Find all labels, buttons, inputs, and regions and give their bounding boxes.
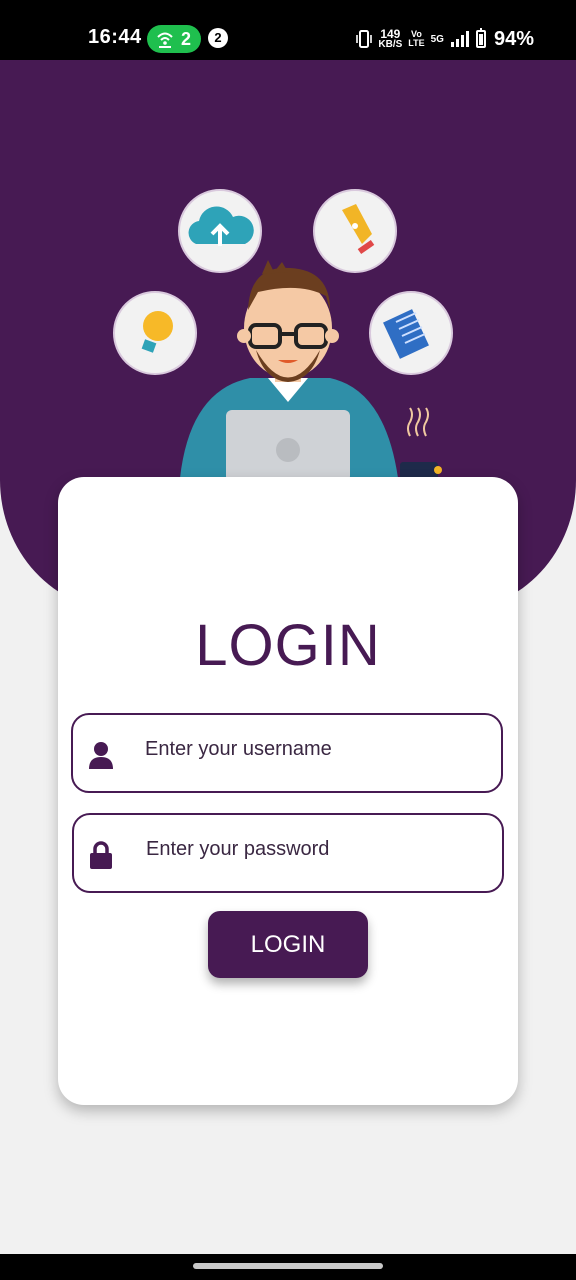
- cloud-upload-icon: [178, 189, 262, 273]
- network-speed: 149 KB/S: [378, 28, 402, 50]
- notification-badge: 2: [208, 28, 228, 48]
- battery-icon: [475, 28, 486, 48]
- login-button[interactable]: LOGIN: [208, 911, 368, 978]
- status-bar: 16:44 2 2 149 KB/S Vo LTE 5G 94%: [0, 0, 576, 60]
- network-type: 5G: [430, 33, 444, 45]
- developer-illustration: [113, 189, 453, 488]
- login-title: LOGIN: [195, 613, 381, 678]
- lightbulb-icon: [113, 291, 197, 375]
- volte-bottom: LTE: [408, 38, 425, 48]
- volte-indicator: Vo LTE: [408, 30, 424, 48]
- document-icon: [369, 291, 453, 375]
- navigation-bar: [0, 1254, 576, 1280]
- hotspot-pill: 2: [147, 25, 201, 53]
- password-input[interactable]: [144, 831, 488, 867]
- network-speed-unit: KB/S: [378, 39, 403, 50]
- vibrate-icon: [356, 30, 373, 48]
- password-field[interactable]: [72, 813, 504, 893]
- user-icon: [89, 742, 113, 769]
- status-indicators: 149 KB/S Vo LTE 5G 94%: [356, 27, 534, 51]
- lock-icon: [90, 841, 112, 869]
- status-time: 16:44: [88, 26, 142, 48]
- hotspot-icon: [157, 32, 173, 48]
- username-field[interactable]: [71, 713, 503, 793]
- signal-icon: [450, 31, 469, 47]
- username-input[interactable]: [143, 731, 487, 767]
- battery-percent: 94%: [493, 27, 534, 50]
- home-gesture-handle[interactable]: [193, 1263, 383, 1269]
- pen-nib-icon: [313, 189, 397, 273]
- laptop: [226, 410, 350, 482]
- coffee-mug: [400, 407, 442, 488]
- hotspot-count: 2: [181, 29, 192, 49]
